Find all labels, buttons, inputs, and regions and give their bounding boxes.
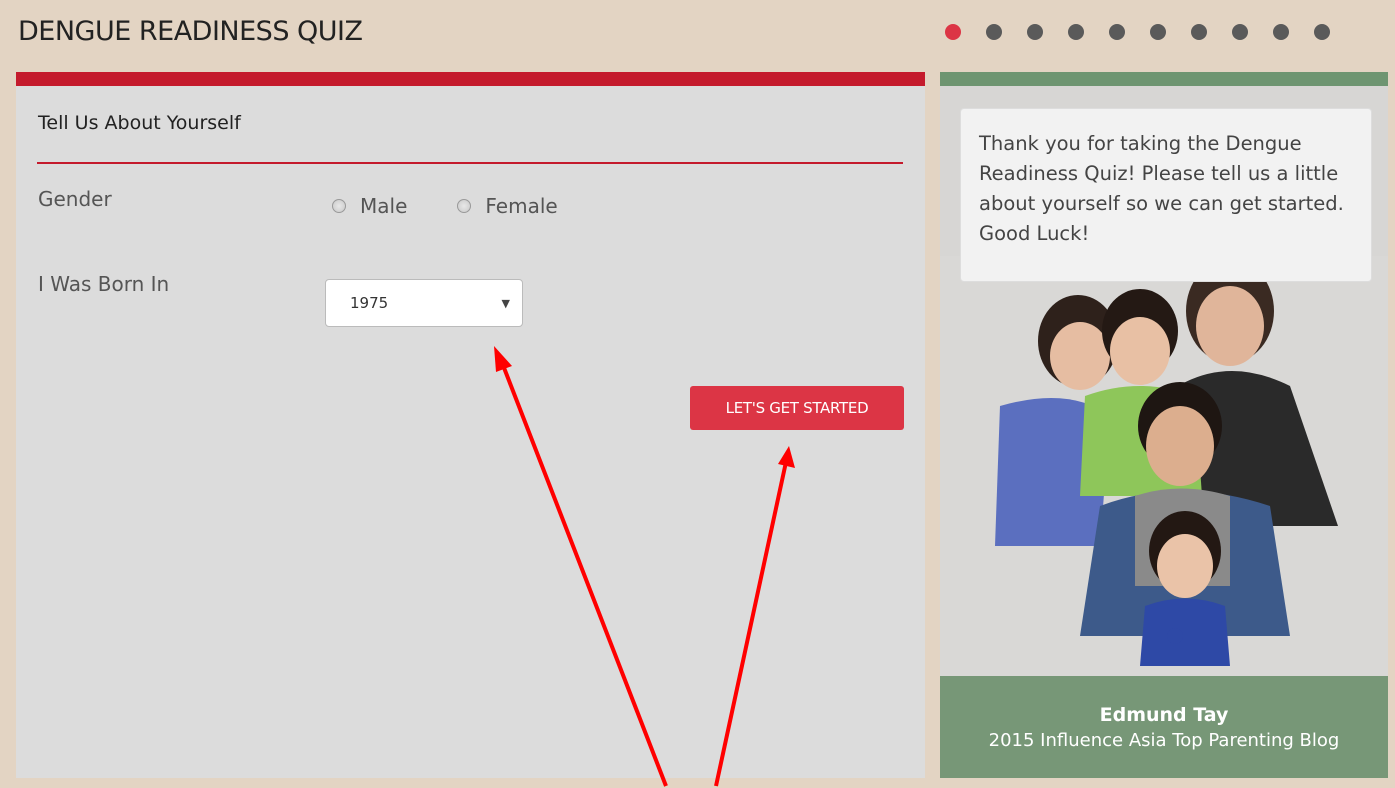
birth-year-label: I Was Born In <box>38 272 170 296</box>
caption-name: Edmund Tay <box>1099 704 1229 726</box>
radio-button-male[interactable] <box>332 199 346 213</box>
progress-dot <box>1314 24 1330 40</box>
family-photo <box>940 256 1388 676</box>
gender-radio-group: Male Female <box>332 194 558 218</box>
progress-dot <box>1109 24 1125 40</box>
app-title: DENGUE READINESS QUIZ <box>18 16 363 47</box>
progress-dot <box>1232 24 1248 40</box>
gender-label: Gender <box>38 187 112 211</box>
caption-subtitle: 2015 Influence Asia Top Parenting Blog <box>988 730 1340 751</box>
radio-label-female: Female <box>485 194 558 218</box>
progress-dot <box>1191 24 1207 40</box>
progress-dot-active <box>945 24 961 40</box>
quiz-form-panel: Tell Us About Yourself Gender Male Femal… <box>16 72 925 778</box>
sidebar-panel: Thank you for taking the Dengue Readines… <box>940 72 1388 778</box>
section-title: Tell Us About Yourself <box>38 112 241 134</box>
progress-dot <box>1027 24 1043 40</box>
section-divider <box>37 162 903 164</box>
photo-caption: Edmund Tay 2015 Influence Asia Top Paren… <box>940 676 1388 778</box>
gender-option-female[interactable]: Female <box>457 194 558 218</box>
welcome-message: Thank you for taking the Dengue Readines… <box>960 108 1372 282</box>
progress-dot <box>1068 24 1084 40</box>
birth-year-value: 1975 <box>350 294 389 312</box>
progress-dots <box>945 24 1330 40</box>
radio-button-female[interactable] <box>457 199 472 213</box>
gender-option-male[interactable]: Male <box>332 194 407 218</box>
lets-get-started-button[interactable]: LET'S GET STARTED <box>690 386 904 430</box>
progress-dot <box>1273 24 1289 40</box>
progress-dot <box>986 24 1002 40</box>
birth-year-select[interactable]: 1975 ▼ <box>325 279 523 327</box>
chevron-down-icon: ▼ <box>501 296 510 310</box>
progress-dot <box>1150 24 1166 40</box>
radio-label-male: Male <box>360 194 408 218</box>
